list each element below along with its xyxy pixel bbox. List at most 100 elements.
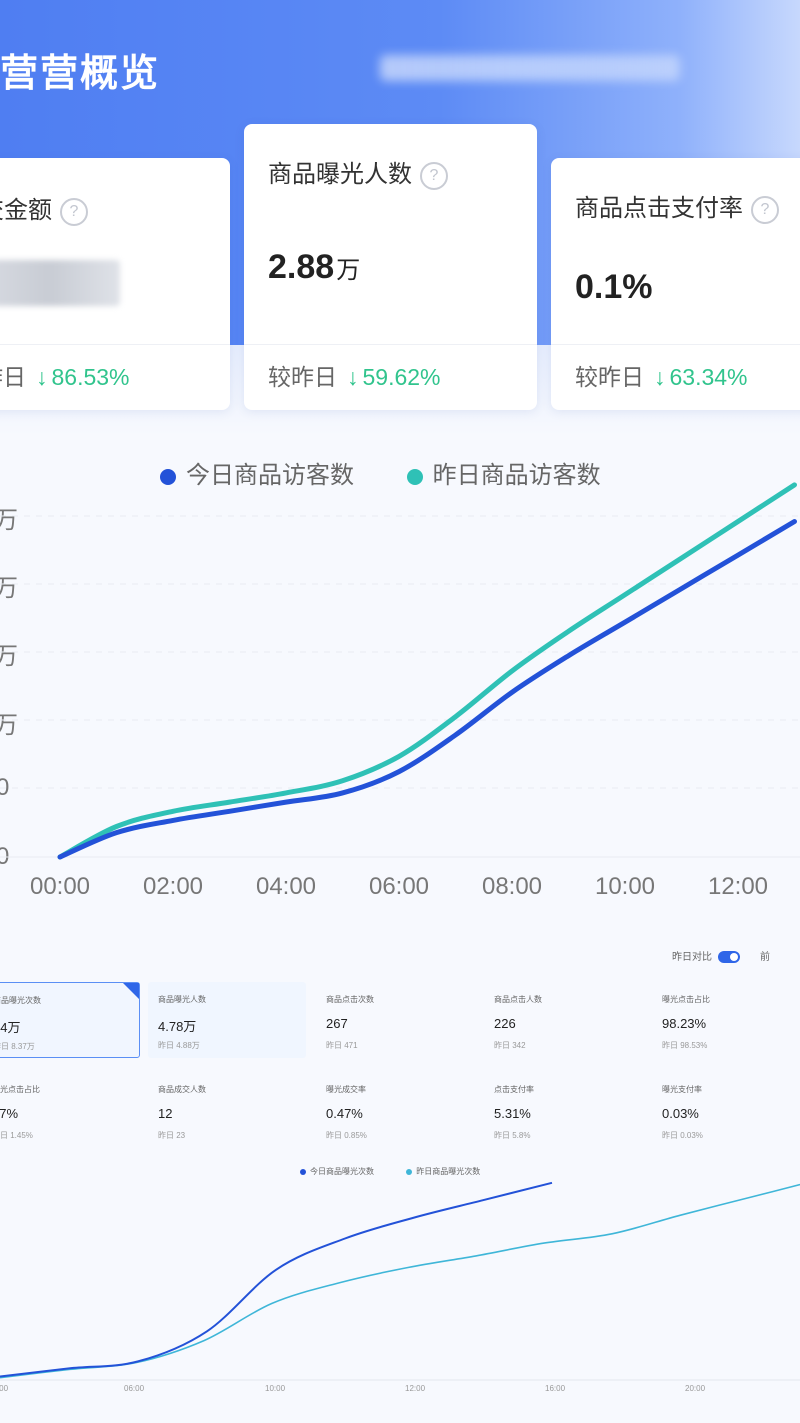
metric-cell[interactable]: 曝光支付率 0.03% 昨日 0.03% [652,1072,800,1148]
compare-label: 较昨日 [575,364,644,390]
card-value-unit: 万 [336,257,361,284]
compare-label: 较昨日 [268,364,337,390]
question-circle-icon[interactable]: ? [420,161,448,190]
metric-value: 226 [494,1016,516,1031]
x-tick-label: 10:00 [595,873,655,900]
metric-card-click-pay-rate[interactable]: 商品点击支付率? 0.1% 较昨日 ↓ 63.34% [551,158,800,410]
visitor-line-chart[interactable]: 00:00 02:00 04:00 06:00 08:00 10:00 12:00 [0,480,800,920]
x-tick-label: 12:00 [405,1384,426,1393]
compare-percent: 59.62% [362,364,441,390]
exposure-line-chart[interactable] [0,1180,800,1385]
metric-name: 曝光点击占比 [0,1085,40,1094]
metric-name: 商品点击人数 [494,995,542,1004]
metric-value: 77% [0,1106,19,1121]
x-tick-label: 12:00 [708,873,768,900]
card-value-number: 2.88 [268,248,335,286]
series-line-today[interactable] [0,1181,553,1378]
metric-cell[interactable]: 曝光点击占比 98.23% 昨日 98.53% [652,982,800,1058]
metric-name: 曝光点击占比 [662,995,710,1004]
metric-prev: 昨日 8.37万 [0,1042,35,1051]
metric-value: 0.03% [662,1106,699,1121]
x-tick-label: 02:00 [143,873,203,900]
metric-prev: 昨日 98.53% [662,1041,708,1050]
card-compare: 较昨日 ↓ 63.34% [575,358,748,392]
legend-label: 昨日商品曝光次数 [416,1167,481,1176]
metric-name: 曝光成交率 [326,1085,366,1094]
card-compare: 昨日 ↓86.53% [0,358,130,392]
series-line-yesterday[interactable] [0,1181,800,1379]
card-divider [551,344,800,345]
compare-label: 昨日 [0,364,26,390]
metric-cell[interactable]: 曝光成交率 0.47% 昨日 0.85% [316,1072,474,1148]
card-value: 0.1% [575,268,653,306]
series-line-today[interactable] [57,519,797,860]
series-line-yesterday[interactable] [57,482,797,860]
blurred-header-info [380,55,680,81]
metric-cell[interactable]: 商品曝光次数 84万昨日 8.37万 [0,982,140,1058]
card-label: 商品点击支付率? [575,188,779,224]
question-circle-icon[interactable]: ? [60,197,88,226]
metric-card-exposure-users[interactable]: 商品曝光人数? 2.88万 较昨日 ↓ 59.62% [244,124,537,410]
x-tick-label: 00:00 [0,1384,9,1393]
legend-item-yesterday[interactable]: 昨日商品曝光次数 [406,1166,480,1177]
arrow-down-icon: ↓ [347,364,359,390]
metric-cell[interactable]: 商品成交人数 12 昨日 23 [148,1072,306,1148]
metric-name: 商品曝光人数 [158,995,206,1004]
metric-prev: 昨日 23 [158,1131,186,1140]
metric-name: 点击支付率 [494,1085,534,1094]
card-value: 2.88万 [268,248,360,287]
page-title: 营营概览 [0,53,161,95]
compare-toggle[interactable] [718,951,740,964]
metric-prev: 昨日 471 [326,1041,358,1050]
compare-percent: 86.53% [51,364,130,390]
metric-value: 12 [158,1106,173,1121]
card-compare: 较昨日 ↓ 59.62% [268,358,441,392]
x-tick-label: 04:00 [256,873,316,900]
x-tick-label: 06:00 [369,873,429,900]
metric-prev: 昨日 5.8% [494,1131,531,1140]
toggle-label: 昨日对比 [672,952,712,963]
legend-dot-yesterday [406,1168,413,1175]
legend-dot-today [300,1168,306,1175]
card-divider [244,344,537,345]
metric-name: 商品点击次数 [326,995,374,1004]
metric-cell[interactable]: 曝光点击占比 77% 昨日 1.45% [0,1072,140,1148]
x-tick-label: 08:00 [482,873,542,900]
metric-prev: 昨日 1.45% [0,1131,33,1140]
metric-prev: 昨日 0.85% [326,1131,367,1140]
legend-item-today[interactable]: 今日商品曝光次数 [300,1166,374,1177]
x-tick-label: 20:00 [685,1384,706,1393]
blurred-value [0,260,120,306]
question-circle-icon[interactable]: ? [751,195,779,224]
metric-value: 0.47% [326,1106,363,1121]
metric-cell[interactable]: 点击支付率 5.31% 昨日 5.8% [484,1072,642,1148]
metric-value: 267 [326,1016,348,1031]
metric-value: 98.23% [662,1016,707,1031]
x-tick-label: 06:00 [124,1384,145,1393]
chart2-legend: 今日商品曝光次数 昨日商品曝光次数 [300,1166,510,1177]
metric-card-transaction-amount[interactable]: 交金额? 昨日 ↓86.53% [0,158,230,410]
legend-label: 今日商品曝光次数 [310,1167,374,1176]
x-tick-label: 00:00 [30,873,90,900]
metric-value: 84万 [0,1020,21,1035]
metric-cell[interactable]: 商品曝光人数 4.78万昨日 4.88万 [148,982,306,1058]
metric-prev: 昨日 342 [494,1041,526,1050]
card-label: 商品曝光人数? [268,154,448,190]
metric-value: 4.78万 [158,1019,197,1034]
metric-prev: 昨日 4.88万 [158,1041,200,1050]
metric-name: 商品成交人数 [158,1085,206,1094]
metric-name: 曝光支付率 [662,1085,702,1094]
card-label-text: 交金额 [0,197,52,224]
arrow-down-icon: ↓ [36,364,48,390]
toggle-option-2[interactable]: 前 [760,952,770,963]
compare-percent: 63.34% [669,364,748,390]
x-tick-label: 10:00 [265,1384,286,1393]
card-label: 交金额? [0,190,88,226]
card-divider [0,344,230,345]
metric-cell[interactable]: 商品点击次数 267 昨日 471 [316,982,474,1058]
metric-prev: 昨日 0.03% [662,1131,703,1140]
metric-cell[interactable]: 商品点击人数 226 昨日 342 [484,982,642,1058]
arrow-down-icon: ↓ [654,364,666,390]
card-label-text: 商品点击支付率 [575,195,743,222]
metric-value: 5.31% [494,1106,531,1121]
